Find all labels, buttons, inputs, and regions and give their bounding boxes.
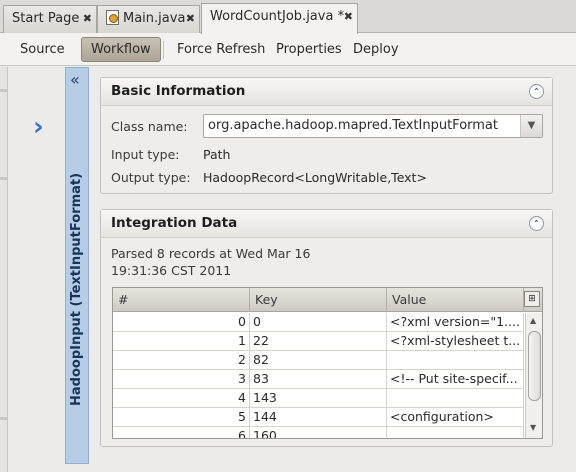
class-name-combobox[interactable]: org.apache.hadoop.mapred.TextInputFormat… [203,114,543,138]
cell-index: 5 [113,408,250,427]
table-row[interactable]: 0 0 <?xml version="1.... [113,313,524,332]
tab-start-page[interactable]: Start Page ✖ [3,5,97,33]
editor-tab-bar: Start Page ✖ Main.java ✖ WordCountJob.ja… [0,0,576,34]
section-title: Basic Information [111,83,246,99]
tab-label: WordCountJob.java * [210,9,345,24]
input-type-label: Input type: [111,147,180,162]
table-row[interactable]: 4 143 [113,389,524,408]
table-vertical-scrollbar[interactable]: ▲ ▼ [525,313,542,438]
output-type-label: Output type: [111,170,191,185]
close-icon[interactable]: ✖ [83,6,92,32]
cell-key: 22 [250,332,387,351]
cell-index: 3 [113,370,250,389]
cell-key: 83 [250,370,387,389]
collapse-icon[interactable]: « [70,70,80,89]
gutter-mark [0,417,8,420]
cell-index: 0 [113,313,250,332]
table-row[interactable]: 2 82 [113,351,524,370]
column-options-icon[interactable]: ⊞ [524,291,540,307]
records-table[interactable]: # Key Value ⊞ 0 0 <?xml version="1.... 1… [112,287,543,439]
basic-information-section: Basic Information ⌃ Class name: org.apac… [100,77,553,194]
cell-key: 143 [250,389,387,408]
input-type-value: Path [203,147,231,162]
output-type-value: HadoopRecord<LongWritable,Text> [203,170,427,185]
tab-main-java[interactable]: Main.java ✖ [97,5,200,33]
table-row[interactable]: 6 160 [113,427,524,438]
cell-key: 160 [250,427,387,438]
source-button[interactable]: Source [10,37,75,62]
collapse-section-icon[interactable]: ⌃ [529,216,544,231]
cell-key: 0 [250,313,387,332]
scrollbar-thumb[interactable] [528,331,541,401]
scroll-up-icon[interactable]: ▲ [530,316,536,325]
column-header-value[interactable]: Value [387,288,524,312]
table-row[interactable]: 3 83 <!-- Put site-specif... [113,370,524,389]
section-header: Integration Data ⌃ [101,210,552,238]
java-file-icon [106,10,119,25]
table-row[interactable]: 1 22 <?xml-stylesheet t... [113,332,524,351]
tab-wordcountjob-java[interactable]: WordCountJob.java * ✖ [201,3,358,34]
cell-value [387,389,524,408]
tab-label: Main.java [123,11,186,26]
hadoop-input-panel[interactable]: « HadoopInput (TextInputFormat) [65,67,89,464]
gutter-mark [0,177,8,180]
parse-status-time: 19:31:36 CST 2011 [111,263,232,278]
editor-toolbar: Source Workflow Force Refresh Properties… [0,33,576,66]
tab-label: Start Page [12,11,80,26]
left-gutter [0,67,8,472]
cell-value [387,427,524,438]
deploy-button[interactable]: Deploy [343,37,409,62]
cell-value: <?xml version="1.... [387,313,524,332]
cell-key: 82 [250,351,387,370]
close-icon[interactable]: ✖ [344,4,353,30]
section-title: Integration Data [111,215,238,231]
cell-index: 2 [113,351,250,370]
panel-title: HadoopInput (TextInputFormat) [69,172,84,406]
table-body: 0 0 <?xml version="1.... 1 22 <?xml-styl… [113,313,524,438]
section-header: Basic Information ⌃ [101,78,552,106]
cell-key: 144 [250,408,387,427]
cell-value: <configuration> [387,408,524,427]
scroll-down-icon[interactable]: ▼ [530,423,536,432]
expand-chevron-icon[interactable]: › [33,114,44,140]
parse-status-line: Parsed 8 records at Wed Mar 16 [111,246,311,261]
workflow-button[interactable]: Workflow [81,37,161,62]
dropdown-arrow-icon[interactable]: ▼ [520,115,542,137]
column-header-index[interactable]: # [113,288,250,312]
toolbar-separator [163,41,164,59]
cell-value [387,351,524,370]
class-name-label: Class name: [111,119,188,134]
cell-index: 4 [113,389,250,408]
force-refresh-button[interactable]: Force Refresh [167,37,275,62]
column-header-key[interactable]: Key [250,288,387,312]
class-name-value: org.apache.hadoop.mapred.TextInputFormat [208,118,498,133]
table-row[interactable]: 5 144 <configuration> [113,408,524,427]
table-header: # Key Value ⊞ [113,288,542,312]
collapse-section-icon[interactable]: ⌃ [529,84,544,99]
gutter-mark [0,89,8,92]
cell-index: 6 [113,427,250,438]
cell-value: <!-- Put site-specif... [387,370,524,389]
close-icon[interactable]: ✖ [186,6,195,32]
cell-index: 1 [113,332,250,351]
cell-value: <?xml-stylesheet t... [387,332,524,351]
properties-button[interactable]: Properties [266,37,352,62]
